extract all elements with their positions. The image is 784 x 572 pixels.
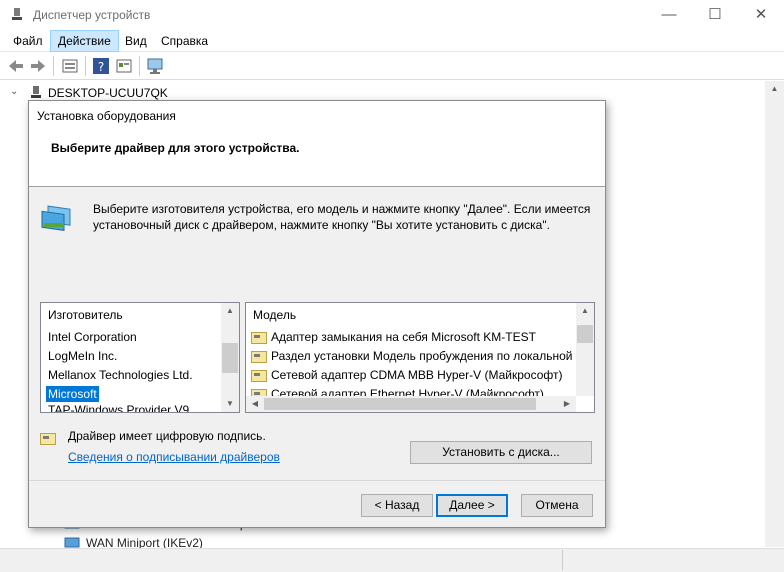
scroll-up-arrow-icon[interactable]: ▲ bbox=[576, 306, 594, 315]
manufacturer-scroll-thumb[interactable] bbox=[222, 343, 238, 373]
menu-action[interactable]: Действие bbox=[50, 30, 119, 52]
status-bar bbox=[0, 548, 784, 572]
menu-help[interactable]: Справка bbox=[154, 30, 215, 52]
driver-signing-link[interactable]: Сведения о подписывании драйверов bbox=[68, 450, 280, 464]
scroll-up-arrow-icon[interactable]: ▲ bbox=[765, 84, 784, 93]
scroll-down-arrow-icon[interactable]: ▼ bbox=[221, 399, 239, 408]
manufacturer-item[interactable]: LogMeIn Inc. bbox=[48, 349, 117, 363]
chevron-down-icon[interactable]: ⌄ bbox=[10, 86, 18, 97]
toolbar-separator bbox=[85, 56, 86, 76]
model-items-viewport: Адаптер замыкания на себя Microsoft KM-T… bbox=[246, 325, 576, 397]
view-icon[interactable] bbox=[115, 57, 133, 75]
signed-driver-icon bbox=[40, 432, 56, 445]
driver-icon bbox=[251, 350, 267, 363]
toolbar-separator bbox=[53, 56, 54, 76]
scroll-right-arrow-icon[interactable]: ▶ bbox=[560, 399, 574, 408]
svg-text:?: ? bbox=[98, 60, 104, 74]
back-arrow-icon[interactable] bbox=[7, 57, 25, 75]
help-icon[interactable]: ? bbox=[92, 57, 110, 75]
have-disk-button[interactable]: Установить с диска... bbox=[410, 441, 592, 464]
manufacturer-item-clipped[interactable]: TAP-Windows Provider V9 bbox=[41, 401, 221, 412]
manufacturer-header: Изготовитель bbox=[48, 308, 123, 322]
driver-icon bbox=[251, 331, 267, 344]
window-title: Диспетчер устройств bbox=[33, 8, 151, 22]
model-hscroll-thumb[interactable] bbox=[264, 398, 536, 410]
manufacturer-item[interactable]: TAP-Windows Provider V9 bbox=[48, 403, 221, 412]
menu-file[interactable]: Файл bbox=[6, 30, 50, 52]
dialog-description: Выберите изготовителя устройства, его мо… bbox=[93, 202, 591, 232]
model-item[interactable]: Раздел установки Модель пробуждения по л… bbox=[251, 349, 576, 363]
dialog-title: Установка оборудования bbox=[37, 109, 176, 123]
signed-driver-text: Драйвер имеет цифровую подпись. bbox=[68, 429, 266, 443]
scroll-left-arrow-icon[interactable]: ◀ bbox=[248, 399, 262, 408]
model-item[interactable]: Адаптер замыкания на себя Microsoft KM-T… bbox=[251, 330, 536, 344]
model-item[interactable]: Сетевой адаптер CDMA MBB Hyper-V (Майкро… bbox=[251, 368, 563, 382]
manufacturer-item-selected[interactable]: Microsoft bbox=[46, 386, 99, 402]
model-label: Адаптер замыкания на себя Microsoft KM-T… bbox=[271, 330, 536, 344]
maximize-button[interactable]: ☐ bbox=[692, 0, 738, 30]
dialog-subtitle: Выберите драйвер для этого устройства. bbox=[51, 141, 300, 155]
model-label: Сетевой адаптер CDMA MBB Hyper-V (Майкро… bbox=[271, 368, 563, 382]
back-button[interactable]: < Назад bbox=[361, 494, 433, 517]
cancel-button[interactable]: Отмена bbox=[521, 494, 593, 517]
network-adapters-icon bbox=[41, 205, 71, 231]
scan-hardware-icon[interactable] bbox=[146, 57, 164, 75]
manufacturer-item[interactable]: Mellanox Technologies Ltd. bbox=[48, 368, 193, 382]
dialog-separator bbox=[29, 480, 605, 481]
properties-icon[interactable] bbox=[61, 57, 79, 75]
forward-arrow-icon[interactable] bbox=[29, 57, 47, 75]
minimize-button[interactable]: — bbox=[646, 0, 692, 30]
model-label: Раздел установки Модель пробуждения по л… bbox=[271, 349, 576, 363]
status-divider bbox=[562, 550, 563, 570]
close-button[interactable]: ✕ bbox=[738, 0, 784, 30]
driver-icon bbox=[251, 369, 267, 382]
tree-root-computer[interactable]: DESKTOP-UCUU7QK bbox=[48, 86, 168, 100]
next-button[interactable]: Далее > bbox=[436, 494, 508, 517]
model-vscrollbar[interactable] bbox=[576, 303, 594, 396]
computer-icon bbox=[31, 86, 41, 98]
toolbar-separator bbox=[139, 56, 140, 76]
menu-view[interactable]: Вид bbox=[118, 30, 154, 52]
device-manager-icon bbox=[12, 8, 22, 20]
model-scroll-thumb[interactable] bbox=[577, 325, 593, 343]
scroll-up-arrow-icon[interactable]: ▲ bbox=[221, 306, 239, 315]
manufacturer-item[interactable]: Intel Corporation bbox=[48, 330, 137, 344]
model-header: Модель bbox=[253, 308, 297, 322]
tree-scrollbar[interactable] bbox=[765, 81, 784, 547]
